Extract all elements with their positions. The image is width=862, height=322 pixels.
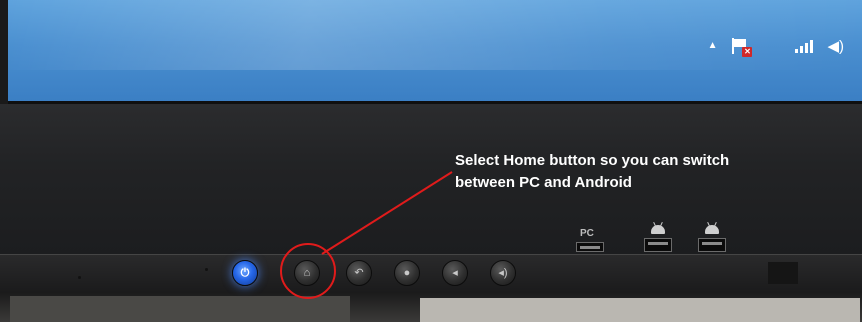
speaker-grille (768, 262, 798, 284)
annotation-line-1: Select Home button so you can switch (455, 152, 730, 169)
menu-button[interactable]: ● (394, 260, 420, 286)
home-button-highlight-circle (280, 243, 336, 299)
pc-usb-port (576, 242, 604, 252)
back-button[interactable]: ↶ (346, 260, 372, 286)
light-sensor (205, 268, 208, 271)
lower-shadow (0, 292, 862, 322)
volume-down-button[interactable]: ◂ (442, 260, 468, 286)
front-control-strip (0, 254, 862, 292)
windows-logo-icon[interactable] (763, 38, 781, 54)
annotation-line-2: between PC and Android (455, 174, 632, 191)
show-hidden-icons-icon[interactable]: ▲ (708, 41, 718, 51)
android-usb-port-2 (698, 238, 726, 252)
android-icon (704, 221, 720, 234)
system-tray: ▲ ✕ ◀) (622, 24, 862, 68)
desktop-screen: ▲ ✕ ◀) (8, 0, 862, 104)
android-usb-port-1 (644, 238, 672, 252)
annotation-callout: Select Home button so you can switch bet… (455, 150, 835, 194)
action-center-flag-icon[interactable]: ✕ (731, 38, 753, 57)
android-icon (650, 221, 666, 234)
pc-port-label: PC (580, 228, 594, 239)
volume-icon[interactable]: ◀) (827, 39, 844, 54)
monitor-photo: ▲ ✕ ◀) Select Home button so you can swi… (0, 0, 862, 322)
power-button[interactable]: ⏻ (232, 260, 258, 286)
ir-sensor (78, 276, 81, 279)
volume-up-button[interactable]: ◂) (490, 260, 516, 286)
network-signal-icon[interactable] (795, 39, 814, 53)
